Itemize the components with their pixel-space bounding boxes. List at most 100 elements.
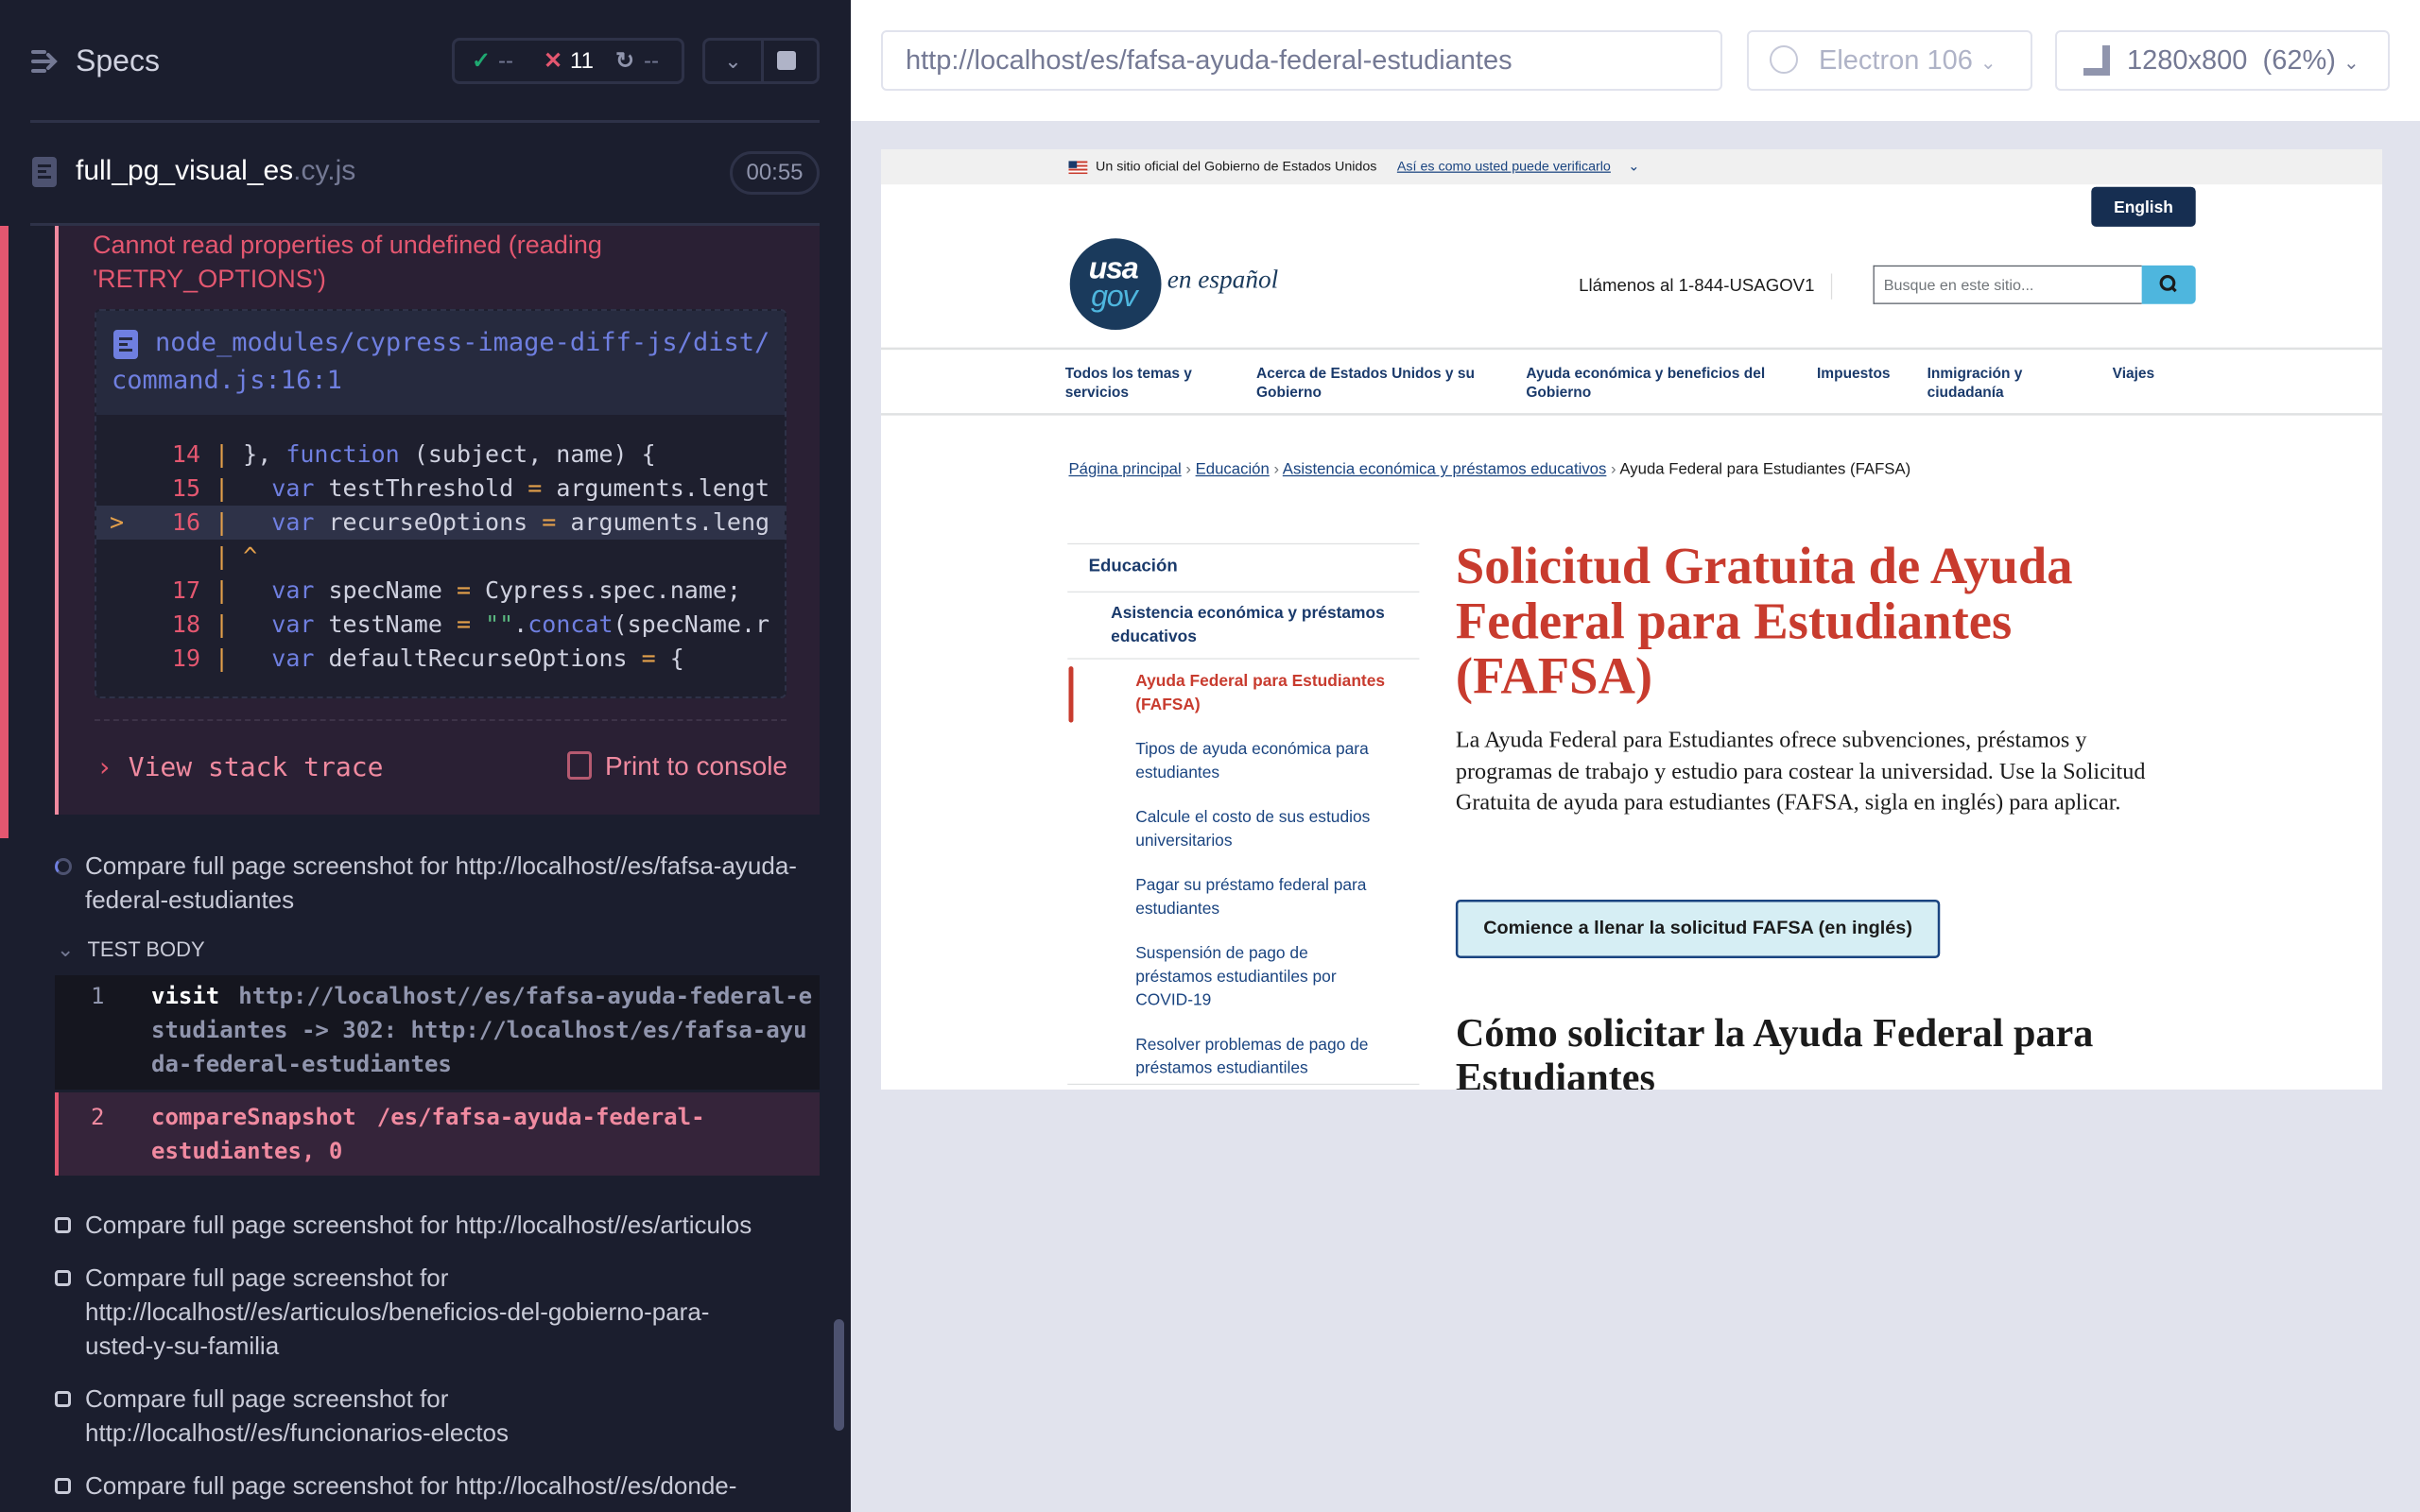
banner-verify-link[interactable]: Así es como usted puede verificarlo [1397, 149, 1611, 184]
code-text: var defaultRecurseOptions = { [271, 644, 684, 672]
test-body-toggle[interactable]: ⌄ TEST BODY [57, 937, 205, 962]
code-file-link[interactable]: node_modules/cypress-image-diff-js/dist/… [112, 324, 773, 400]
test-title: Compare full page screenshot for http://… [85, 1384, 510, 1447]
english-button[interactable]: English [2091, 186, 2196, 227]
breadcrumb-current: Ayuda Federal para Estudiantes (FAFSA) [1619, 459, 1911, 478]
pending-icon: ↻ [615, 48, 635, 74]
search-button[interactable] [2141, 265, 2196, 304]
aut-iframe[interactable]: Un sitio oficial del Gobierno de Estados… [881, 149, 2382, 1090]
breadcrumb-link[interactable]: Página principal [1068, 460, 1181, 478]
code-text: ^ [243, 542, 258, 570]
code-frame: node_modules/cypress-image-diff-js/dist/… [95, 309, 786, 698]
pending-test-icon [55, 1217, 71, 1233]
line-number: 15 [171, 474, 200, 502]
nav-item[interactable]: Ayuda económica y beneficios del Gobiern… [1526, 364, 1795, 402]
specs-menu-icon[interactable] [31, 49, 60, 74]
print-to-console-label: Print to console [605, 751, 787, 781]
code-text: var specName = Cypress.spec.name; [271, 576, 741, 604]
dashed-divider [95, 719, 786, 721]
test-item[interactable]: Compare full page screenshot for http://… [55, 1208, 832, 1242]
logo-tagline: en español [1167, 264, 1279, 294]
line-number: 17 [171, 576, 200, 604]
sidenav-item[interactable]: Suspensión de pago de préstamos estudian… [1135, 940, 1370, 1010]
test-title: Compare full page screenshot for http://… [85, 1211, 752, 1239]
nav-item[interactable]: Todos los temas y servicios [1065, 364, 1206, 402]
sidenav-parent[interactable]: Asistencia económica y préstamos educati… [1111, 601, 1404, 648]
fafsa-cta-button[interactable]: Comience a llenar la solicitud FAFSA (en… [1455, 899, 1941, 959]
nav-item[interactable]: Impuestos [1817, 364, 1891, 383]
console-icon [567, 751, 592, 780]
us-flag-icon [1068, 161, 1088, 175]
view-stack-trace-button[interactable]: › View stack trace [96, 751, 383, 782]
viewport-selector[interactable]: 1280x800 (62%) ⌄ [2055, 30, 2390, 91]
nav-item[interactable]: Viajes [2113, 364, 2155, 383]
viewport-zoom: (62%) [2262, 45, 2336, 76]
chevron-down-icon: ⌄ [1979, 53, 1996, 74]
sidenav-item[interactable]: Resolver problemas de pago de préstamos … [1135, 1032, 1405, 1079]
code-text: var recurseOptions = arguments.leng [271, 508, 770, 536]
intro-paragraph: La Ayuda Federal para Estudiantes ofrece… [1455, 728, 2146, 816]
test-body-label: TEST BODY [87, 937, 205, 961]
browser-selector[interactable]: Electron 106 ⌄ [1747, 30, 2032, 91]
banner-text: Un sitio oficial del Gobierno de Estados… [1096, 160, 1377, 175]
code-text: }, function (subject, name) { [243, 440, 656, 468]
line-number: 19 [171, 644, 200, 672]
gutter: | [200, 610, 244, 638]
test-title: Compare full page screenshot for http://… [85, 1471, 737, 1500]
pending-test-icon [55, 1391, 71, 1407]
sidenav-current[interactable]: Ayuda Federal para Estudiantes (FAFSA) [1135, 669, 1405, 716]
sidenav-top[interactable]: Educación [1089, 556, 1178, 576]
command-row-failed[interactable]: 2 compareSnapshot/es/fafsa-ayuda-federal… [55, 1092, 820, 1176]
pending-test-icon [55, 1270, 71, 1286]
specs-title[interactable]: Specs [76, 43, 160, 78]
nav-item[interactable]: Acerca de Estados Unidos y su Gobierno [1256, 364, 1491, 402]
failed-count: 11 [570, 48, 594, 74]
code-line: 15 | var testThreshold = arguments.lengt [96, 472, 785, 506]
passed-icon: ✓ [472, 48, 492, 74]
scrollbar-thumb[interactable] [834, 1319, 844, 1431]
error-message: Cannot read properties of undefined (rea… [93, 231, 602, 293]
usagov-logo[interactable]: usa gov en español [1069, 238, 1340, 332]
view-stack-trace-label: View stack trace [128, 751, 384, 782]
search-input[interactable]: Busque en este sitio... [1873, 265, 2142, 304]
spec-filename: full_pg_visual_es.cy.js [76, 155, 355, 187]
search-icon [2159, 275, 2177, 293]
breadcrumb-link[interactable]: Asistencia económica y préstamos educati… [1283, 460, 1607, 478]
app-preview: http://localhost/es/fafsa-ayuda-federal-… [851, 0, 2420, 1512]
phone-number: Llámenos al 1-844-USAGOV1 [1579, 273, 1833, 300]
command-row[interactable]: 1 visit http://localhost//es/fafsa-ayuda-… [55, 975, 820, 1090]
spec-extension: .cy.js [293, 155, 356, 186]
test-item[interactable]: Compare full page screenshot for http://… [55, 1469, 832, 1503]
current-line-marker: > [110, 508, 125, 536]
chevron-down-icon: ⌄ [1628, 160, 1640, 175]
sidenav-item[interactable]: Tipos de ayuda económica para estudiante… [1135, 737, 1405, 784]
print-to-console-button[interactable]: Print to console [567, 751, 787, 782]
stop-button[interactable] [777, 51, 796, 70]
electron-icon [1770, 45, 1798, 74]
pending-test-icon [55, 1478, 71, 1494]
test-item[interactable]: Compare full page screenshot for http://… [55, 1382, 766, 1450]
spec-duration: 00:55 [730, 151, 820, 195]
collapse-chevron-icon[interactable]: ⌄ [705, 41, 764, 81]
nav-item[interactable]: Inmigración y ciudadanía [1927, 364, 2045, 402]
line-number: 14 [171, 440, 200, 468]
file-icon [113, 330, 138, 359]
gutter: | [200, 440, 244, 468]
code-text: var testThreshold = arguments.lengt [271, 474, 770, 502]
url-bar[interactable]: http://localhost/es/fafsa-ayuda-federal-… [881, 30, 1722, 91]
sidenav-item[interactable]: Pagar su préstamo federal para estudiant… [1135, 872, 1405, 919]
sidenav-item[interactable]: Calcule el costo de sus estudios univers… [1135, 804, 1405, 851]
breadcrumb: Página principal › Educación › Asistenci… [1068, 459, 1911, 478]
code-frame-header[interactable]: node_modules/cypress-image-diff-js/dist/… [96, 311, 785, 415]
current-test-title[interactable]: Compare full page screenshot for http://… [55, 849, 832, 917]
main-nav: Todos los temas y servicios Acerca de Es… [881, 347, 2382, 416]
code-line: 14 | }, function (subject, name) { [96, 438, 785, 472]
search-placeholder: Busque en este sitio... [1883, 275, 2034, 294]
run-controls: ⌄ [702, 38, 820, 84]
code-line: >16 | var recurseOptions = arguments.len… [96, 506, 785, 540]
code-line: | ^ [96, 540, 785, 574]
test-item[interactable]: Compare full page screenshot for http://… [55, 1261, 766, 1363]
breadcrumb-link[interactable]: Educación [1196, 460, 1270, 478]
code-line: 19 | var defaultRecurseOptions = { [96, 642, 785, 676]
code-line: 18 | var testName = "".concat(specName.r [96, 608, 785, 642]
